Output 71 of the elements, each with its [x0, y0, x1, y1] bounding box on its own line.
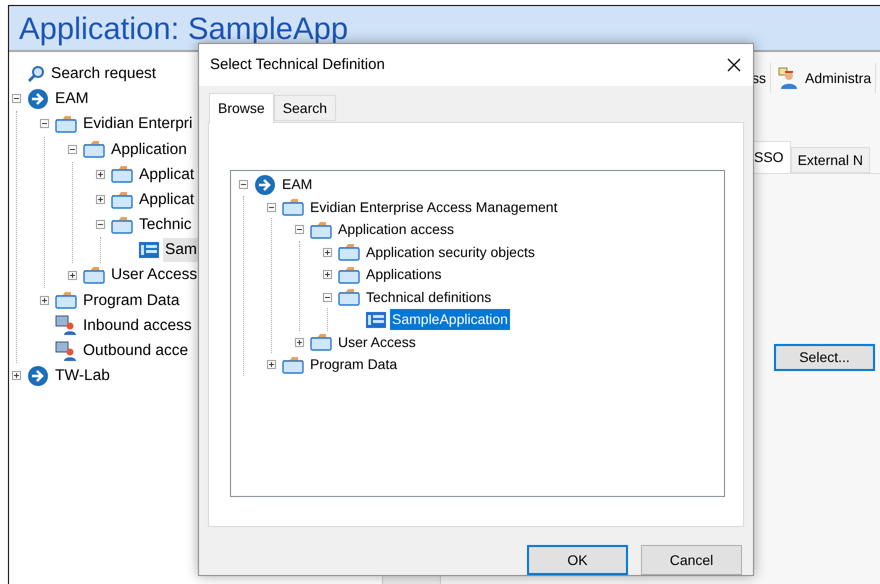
tab[interactable]: Browse	[209, 93, 274, 124]
folder-icon	[55, 114, 77, 133]
expand-icon[interactable]	[96, 195, 104, 204]
tree-item[interactable]: Technical definitions	[364, 286, 494, 308]
tree-item[interactable]: User Access	[109, 263, 200, 287]
collapse-icon[interactable]	[96, 220, 104, 230]
folder-icon	[111, 216, 133, 234]
collapse-icon[interactable]	[266, 202, 276, 212]
expand-icon[interactable]	[96, 170, 104, 179]
dialog-button[interactable]: Cancel	[641, 545, 742, 575]
folder-icon	[310, 220, 332, 239]
folder-icon	[338, 266, 360, 284]
tree-item[interactable]: Applications	[364, 264, 444, 286]
dialog-button[interactable]: OK	[527, 545, 628, 575]
tree-item[interactable]: Outbound acce	[81, 339, 190, 362]
folder-icon	[338, 288, 360, 306]
expand-icon[interactable]	[68, 270, 76, 280]
tree-item[interactable]: Search request	[49, 62, 158, 86]
arrow-circle-icon	[27, 88, 49, 110]
folder-icon	[338, 243, 360, 262]
expand-icon[interactable]	[322, 270, 332, 280]
folder-icon	[282, 356, 304, 374]
folder-icon	[111, 190, 133, 209]
tree-item[interactable]: Program Data	[81, 288, 182, 312]
tree-item[interactable]: Evidian Enterpri	[81, 112, 194, 136]
tree-item[interactable]: EAM	[280, 174, 314, 196]
toolbar-button[interactable]: Administra	[777, 63, 876, 93]
tab[interactable]: Search	[274, 95, 336, 122]
tree-item[interactable]: Evidian Enterprise Access Management	[308, 196, 560, 218]
tree-item[interactable]: Inbound access	[81, 314, 194, 338]
folder-icon	[83, 140, 105, 158]
tree-item[interactable]: User Access	[336, 332, 418, 353]
expand-icon[interactable]	[40, 296, 48, 305]
tree-item[interactable]: TW-Lab	[53, 364, 112, 388]
tree-item[interactable]: Program Data	[308, 354, 400, 376]
tree-item[interactable]: Application security objects	[364, 242, 537, 263]
search-icon	[27, 64, 45, 83]
expand-icon[interactable]	[322, 248, 332, 257]
tree-item[interactable]: Technic	[137, 213, 194, 236]
expand-icon[interactable]	[294, 338, 304, 347]
expand-icon[interactable]	[12, 371, 20, 380]
expand-icon[interactable]	[266, 360, 276, 370]
folder-icon	[111, 165, 133, 184]
grid-icon	[366, 312, 386, 328]
user-icon	[777, 67, 799, 89]
tree-item[interactable]: SampleApplication	[390, 309, 510, 330]
tree-item[interactable]: Applicat	[137, 188, 196, 212]
tree-item[interactable]: Application access	[336, 219, 456, 240]
tree-item[interactable]: EAM	[53, 87, 91, 110]
collapse-icon[interactable]	[68, 144, 76, 154]
tree-item[interactable]: Applicat	[137, 162, 196, 186]
user-computer-icon	[55, 315, 77, 336]
collapse-icon[interactable]	[322, 292, 332, 302]
tab[interactable]: External N	[790, 147, 870, 173]
dialog-title: Select Technical Definition	[210, 54, 385, 75]
collapse-icon[interactable]	[12, 94, 20, 104]
folder-icon	[310, 333, 332, 352]
grid-icon	[139, 242, 159, 258]
select-button[interactable]: Select...	[774, 344, 875, 371]
close-icon[interactable]	[727, 58, 741, 72]
arrow-circle-icon	[254, 174, 276, 196]
folder-icon	[282, 198, 304, 216]
tree-item[interactable]: Application	[109, 138, 189, 161]
arrow-circle-icon	[27, 364, 49, 387]
folder-icon	[83, 266, 105, 284]
collapse-icon[interactable]	[294, 225, 304, 234]
collapse-icon[interactable]	[238, 180, 248, 190]
tree-item[interactable]: Sam	[163, 238, 199, 262]
user-computer-icon	[55, 340, 77, 361]
collapse-icon[interactable]	[40, 119, 48, 128]
folder-icon	[55, 291, 77, 310]
